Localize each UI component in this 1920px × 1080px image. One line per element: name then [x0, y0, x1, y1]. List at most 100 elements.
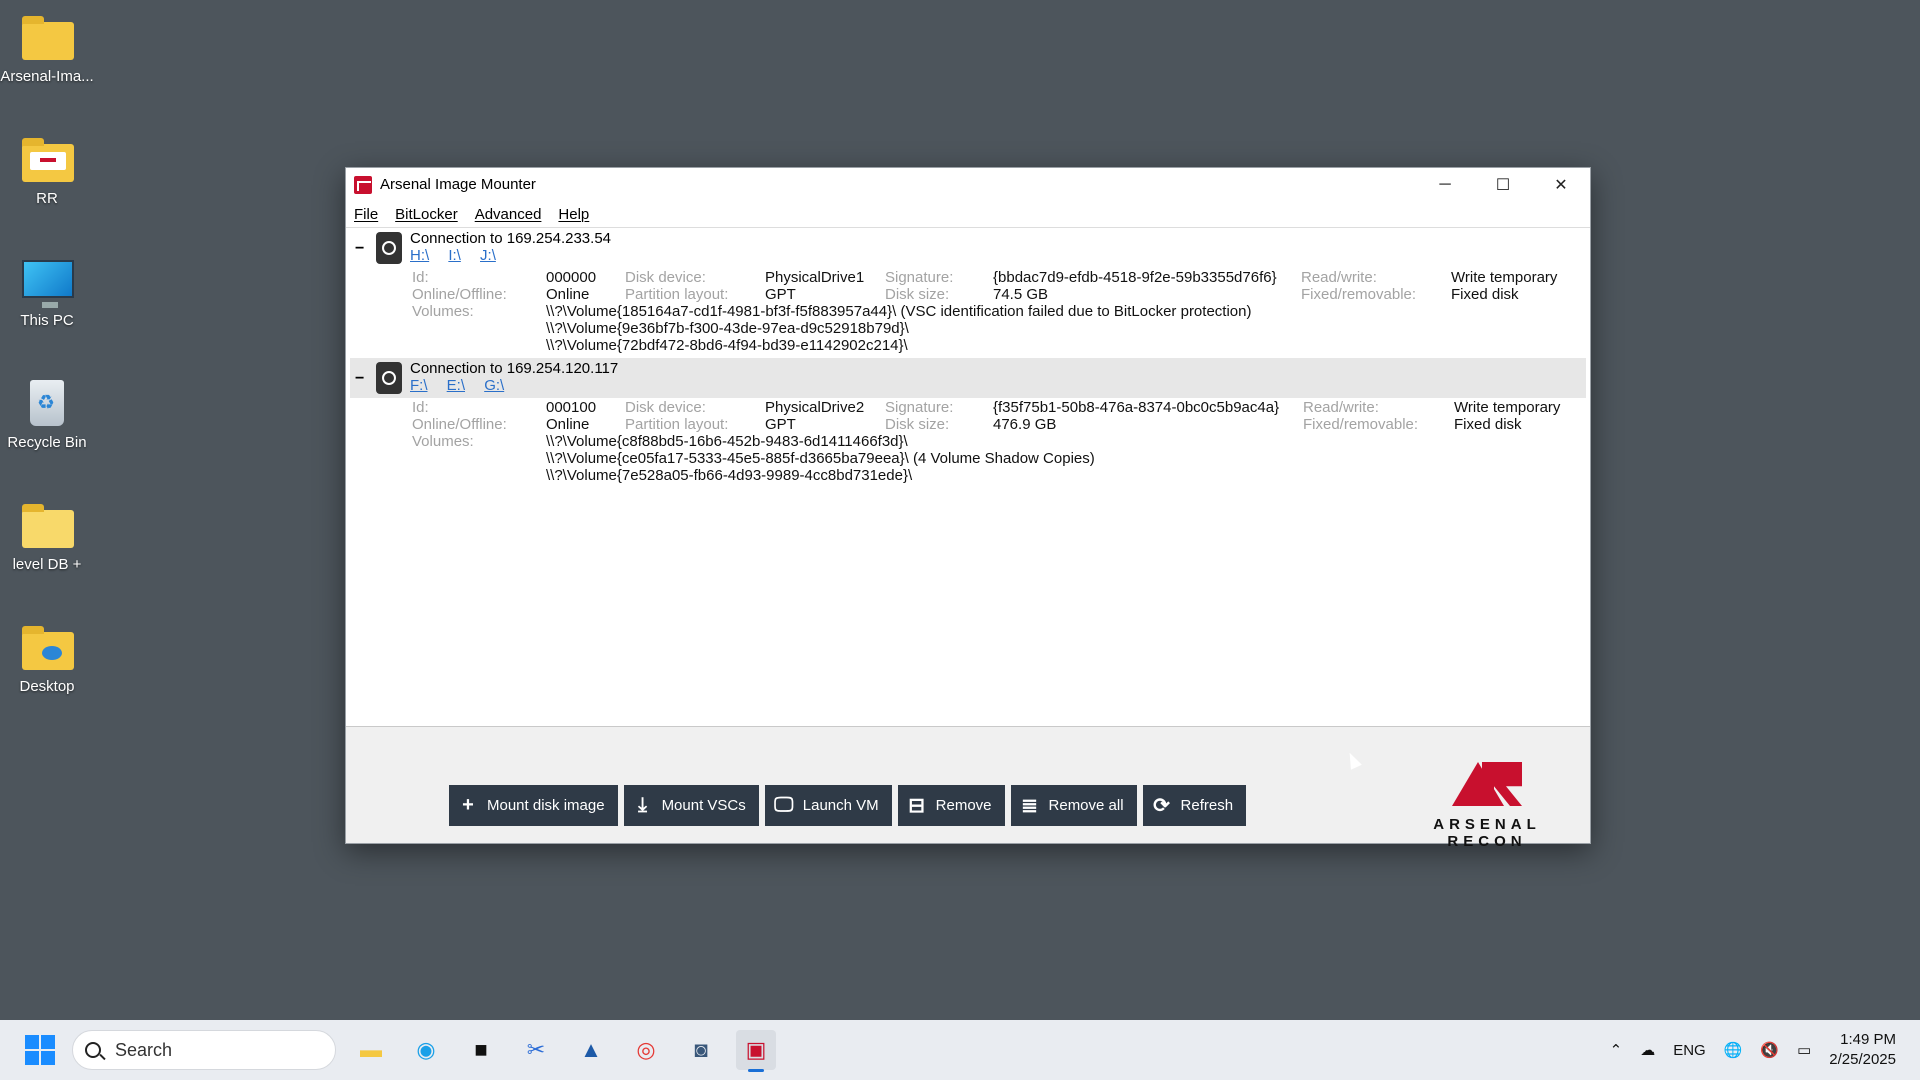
remove-button[interactable]: ⊟ Remove: [897, 785, 1005, 826]
network-icon[interactable]: 🌐: [1724, 1041, 1743, 1059]
edge-icon[interactable]: ◉: [406, 1030, 446, 1070]
drive-link[interactable]: I:\: [448, 247, 461, 264]
clock-date: 2/25/2025: [1829, 1051, 1896, 1068]
read-write-value: Write temporary: [1454, 399, 1561, 416]
signature-value: {bbdac7d9-efdb-4518-9f2e-59b3355d76f6}: [993, 269, 1277, 286]
maximize-button[interactable]: ☐: [1474, 168, 1532, 201]
id-value: 000000: [546, 269, 597, 286]
desktop-icon-label: level DB +: [12, 556, 82, 573]
volume-path: \\?\Volume{185164a7-cd1f-4981-bf3f-f5f88…: [546, 303, 1252, 320]
chevron-up-icon[interactable]: ⌃: [1610, 1041, 1623, 1059]
language-indicator[interactable]: ENG: [1673, 1042, 1706, 1059]
launch-vm-button[interactable]: 🖵 Launch VM: [764, 785, 892, 826]
desktop-icon-this-pc[interactable]: This PC: [0, 256, 94, 329]
drive-link[interactable]: J:\: [480, 247, 496, 264]
chrome-icon[interactable]: ◎: [626, 1030, 666, 1070]
desktop-icon-label: This PC: [20, 312, 74, 329]
drive-link[interactable]: H:\: [410, 247, 429, 264]
desktop-icon-rr[interactable]: RR: [0, 134, 94, 207]
partition-layout-value: GPT: [765, 416, 796, 433]
title-bar[interactable]: Arsenal Image Mounter ─ ☐ ✕: [346, 168, 1590, 201]
disk-utility-icon[interactable]: ◙: [681, 1030, 721, 1070]
snipping-tool-icon[interactable]: ✂: [516, 1030, 556, 1070]
drive-links: F:\ E:\ G:\: [410, 377, 519, 394]
drive-link[interactable]: F:\: [410, 377, 428, 394]
disk-list[interactable]: − Connection to 169.254.233.54 H:\ I:\ J…: [346, 227, 1590, 727]
volume-path: \\?\Volume{9e36bf7b-f300-43de-97ea-d9c52…: [546, 320, 909, 337]
mount-disk-image-button[interactable]: + Mount disk image: [449, 785, 618, 826]
folder-icon: [22, 138, 74, 182]
signature-value: {f35f75b1-50b8-476a-8374-0bc0c5b9ac4a}: [993, 399, 1280, 416]
disk-device-label: Disk device:: [625, 269, 706, 286]
remove-icon: ⊟: [908, 795, 926, 817]
arsenal-image-mounter-window: Arsenal Image Mounter ─ ☐ ✕ File BitLock…: [345, 167, 1591, 850]
menu-help[interactable]: Help: [558, 206, 589, 223]
drive-link[interactable]: E:\: [447, 377, 465, 394]
fixed-removable-label: Fixed/removable:: [1301, 286, 1417, 303]
collapse-icon[interactable]: −: [355, 370, 364, 388]
connection-item[interactable]: − Connection to 169.254.233.54 H:\ I:\ J…: [350, 228, 1586, 358]
connection-item[interactable]: − Connection to 169.254.120.117 F:\ E:\ …: [350, 358, 1586, 488]
online-label: Online/Offline:: [412, 416, 507, 433]
search-icon: [85, 1042, 101, 1058]
recycle-bin-icon: [30, 380, 64, 426]
minimize-button[interactable]: ─: [1416, 168, 1474, 201]
menu-bar: File BitLocker Advanced Help: [346, 201, 1590, 227]
remove-all-icon: ≣: [1021, 795, 1038, 817]
menu-advanced[interactable]: Advanced: [475, 206, 542, 223]
close-button[interactable]: ✕: [1532, 168, 1590, 201]
desktop-icon-label: Recycle Bin: [7, 434, 87, 451]
windows-start-icon[interactable]: [25, 1035, 55, 1065]
file-explorer-icon[interactable]: ▬: [351, 1030, 391, 1070]
menu-bitlocker[interactable]: BitLocker: [395, 206, 458, 223]
disk-size-label: Disk size:: [885, 416, 950, 433]
signature-label: Signature:: [885, 399, 954, 416]
id-value: 000100: [546, 399, 597, 416]
read-write-value: Write temporary: [1451, 269, 1558, 286]
desktop-icon-level-db[interactable]: level DB +: [0, 500, 94, 573]
fixed-removable-label: Fixed/removable:: [1303, 416, 1419, 433]
menu-file[interactable]: File: [354, 206, 378, 223]
volumes-label: Volumes:: [412, 303, 474, 320]
desktop-icon-recycle-bin[interactable]: Recycle Bin: [0, 378, 94, 451]
arsenal-image-mounter-taskbar-icon[interactable]: ▣: [736, 1030, 776, 1072]
clock[interactable]: 1:49 PM 2/25/2025: [1829, 1030, 1896, 1070]
onedrive-icon[interactable]: ☁: [1640, 1041, 1655, 1059]
vm-icon: 🖵: [774, 794, 794, 816]
monitor-icon: [22, 260, 74, 308]
fixed-removable-value: Fixed disk: [1454, 416, 1522, 433]
collapse-icon[interactable]: −: [355, 240, 364, 258]
desktop-icon-label: RR: [36, 190, 58, 207]
desktop-icon-label: Desktop: [19, 678, 75, 695]
disk-device-value: PhysicalDrive2: [765, 399, 865, 416]
refresh-button[interactable]: ⟳ Refresh: [1142, 785, 1247, 826]
desktop-icon-label: Arsenal-Ima...: [0, 68, 94, 85]
arsenal-recon-logo: ARSENAL RECON: [1394, 758, 1580, 850]
desktop-icon-arsenal[interactable]: Arsenal-Ima...: [0, 12, 94, 85]
taskbar: Search ▬ ◉ ■ ✂ ▲ ◎ ◙ ▣ ⌃ ☁ ENG 🌐 🔇 ▭ 1:4…: [0, 1020, 1920, 1080]
drive-link[interactable]: G:\: [484, 377, 504, 394]
disk-device-value: PhysicalDrive1: [765, 269, 865, 286]
volume-muted-icon[interactable]: 🔇: [1760, 1041, 1779, 1059]
volume-path: \\?\Volume{7e528a05-fb66-4d93-9989-4cc8b…: [546, 467, 913, 484]
id-label: Id:: [412, 399, 429, 416]
clock-time: 1:49 PM: [1840, 1031, 1896, 1048]
taskbar-search[interactable]: Search: [72, 1030, 336, 1070]
mount-vscs-button[interactable]: ⤓ Mount VSCs: [623, 785, 759, 826]
remove-all-button[interactable]: ≣ Remove all: [1010, 785, 1137, 826]
battery-icon[interactable]: ▭: [1797, 1041, 1811, 1059]
partition-layout-label: Partition layout:: [625, 286, 729, 303]
hard-disk-icon: [376, 232, 402, 264]
folder-icon: [22, 626, 74, 670]
desktop-icon-desktop[interactable]: Desktop: [0, 622, 94, 695]
fixed-removable-value: Fixed disk: [1451, 286, 1519, 303]
volumes-label: Volumes:: [412, 433, 474, 450]
id-label: Id:: [412, 269, 429, 286]
arsenal-recon-taskbar-icon[interactable]: ▲: [571, 1030, 611, 1070]
online-value: Online: [546, 286, 590, 303]
arsenal-logo-icon: [1442, 758, 1532, 810]
terminal-icon[interactable]: ■: [461, 1030, 501, 1070]
logo-text: ARSENAL RECON: [1433, 816, 1541, 850]
disk-size-value: 476.9 GB: [993, 416, 1057, 433]
button-label: Refresh: [1180, 797, 1234, 814]
